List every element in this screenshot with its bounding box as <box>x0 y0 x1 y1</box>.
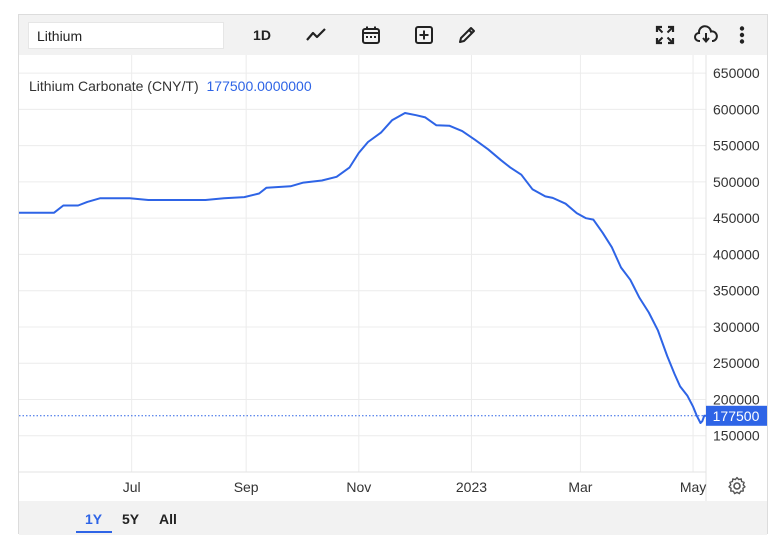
x-tick-label: 2023 <box>456 479 487 495</box>
y-tick-label: 200000 <box>713 391 760 407</box>
y-tick-label: 450000 <box>713 210 760 226</box>
x-tick-label: May <box>680 479 706 495</box>
series-line-lithium-carbonate <box>19 112 706 424</box>
last-price-tag-text: 177500 <box>713 408 760 424</box>
x-tick-label: Jul <box>123 479 141 495</box>
legend-series-label: Lithium Carbonate (CNY/T) 177500.0000000 <box>29 78 312 94</box>
x-tick-label: Nov <box>346 479 371 495</box>
chart-widget: 1D <box>18 14 768 535</box>
y-tick-label: 350000 <box>713 283 760 299</box>
grid-lines <box>19 55 706 472</box>
y-tick-label: 150000 <box>713 428 760 444</box>
y-tick-label: 500000 <box>713 174 760 190</box>
selected-range-underline <box>76 531 112 533</box>
last-price-tag: 177500 <box>706 405 767 426</box>
price-chart[interactable]: 650000 600000 550000 500000 450000 400000 3500… <box>19 15 767 501</box>
range-button-all[interactable]: All <box>159 511 177 527</box>
legend-series-value: 177500.0000000 <box>207 78 312 94</box>
range-button-5y[interactable]: 5Y <box>122 511 139 527</box>
y-tick-label: 250000 <box>713 355 760 371</box>
y-axis-labels: 650000 600000 550000 500000 450000 400000 3500… <box>713 65 760 444</box>
y-tick-label: 650000 <box>713 65 760 81</box>
y-tick-label: 550000 <box>713 138 760 154</box>
y-tick-label: 300000 <box>713 319 760 335</box>
x-tick-label: Mar <box>568 479 592 495</box>
x-axis-labels: Jul Sep Nov 2023 Mar May <box>123 479 707 495</box>
range-button-1y[interactable]: 1Y <box>85 511 102 527</box>
x-tick-label: Sep <box>234 479 259 495</box>
y-tick-label: 400000 <box>713 246 760 262</box>
y-tick-label: 600000 <box>713 101 760 117</box>
gear-icon[interactable] <box>727 476 747 496</box>
range-selector: 1Y 5Y All <box>19 501 767 535</box>
legend-series-name: Lithium Carbonate (CNY/T) <box>29 78 199 94</box>
